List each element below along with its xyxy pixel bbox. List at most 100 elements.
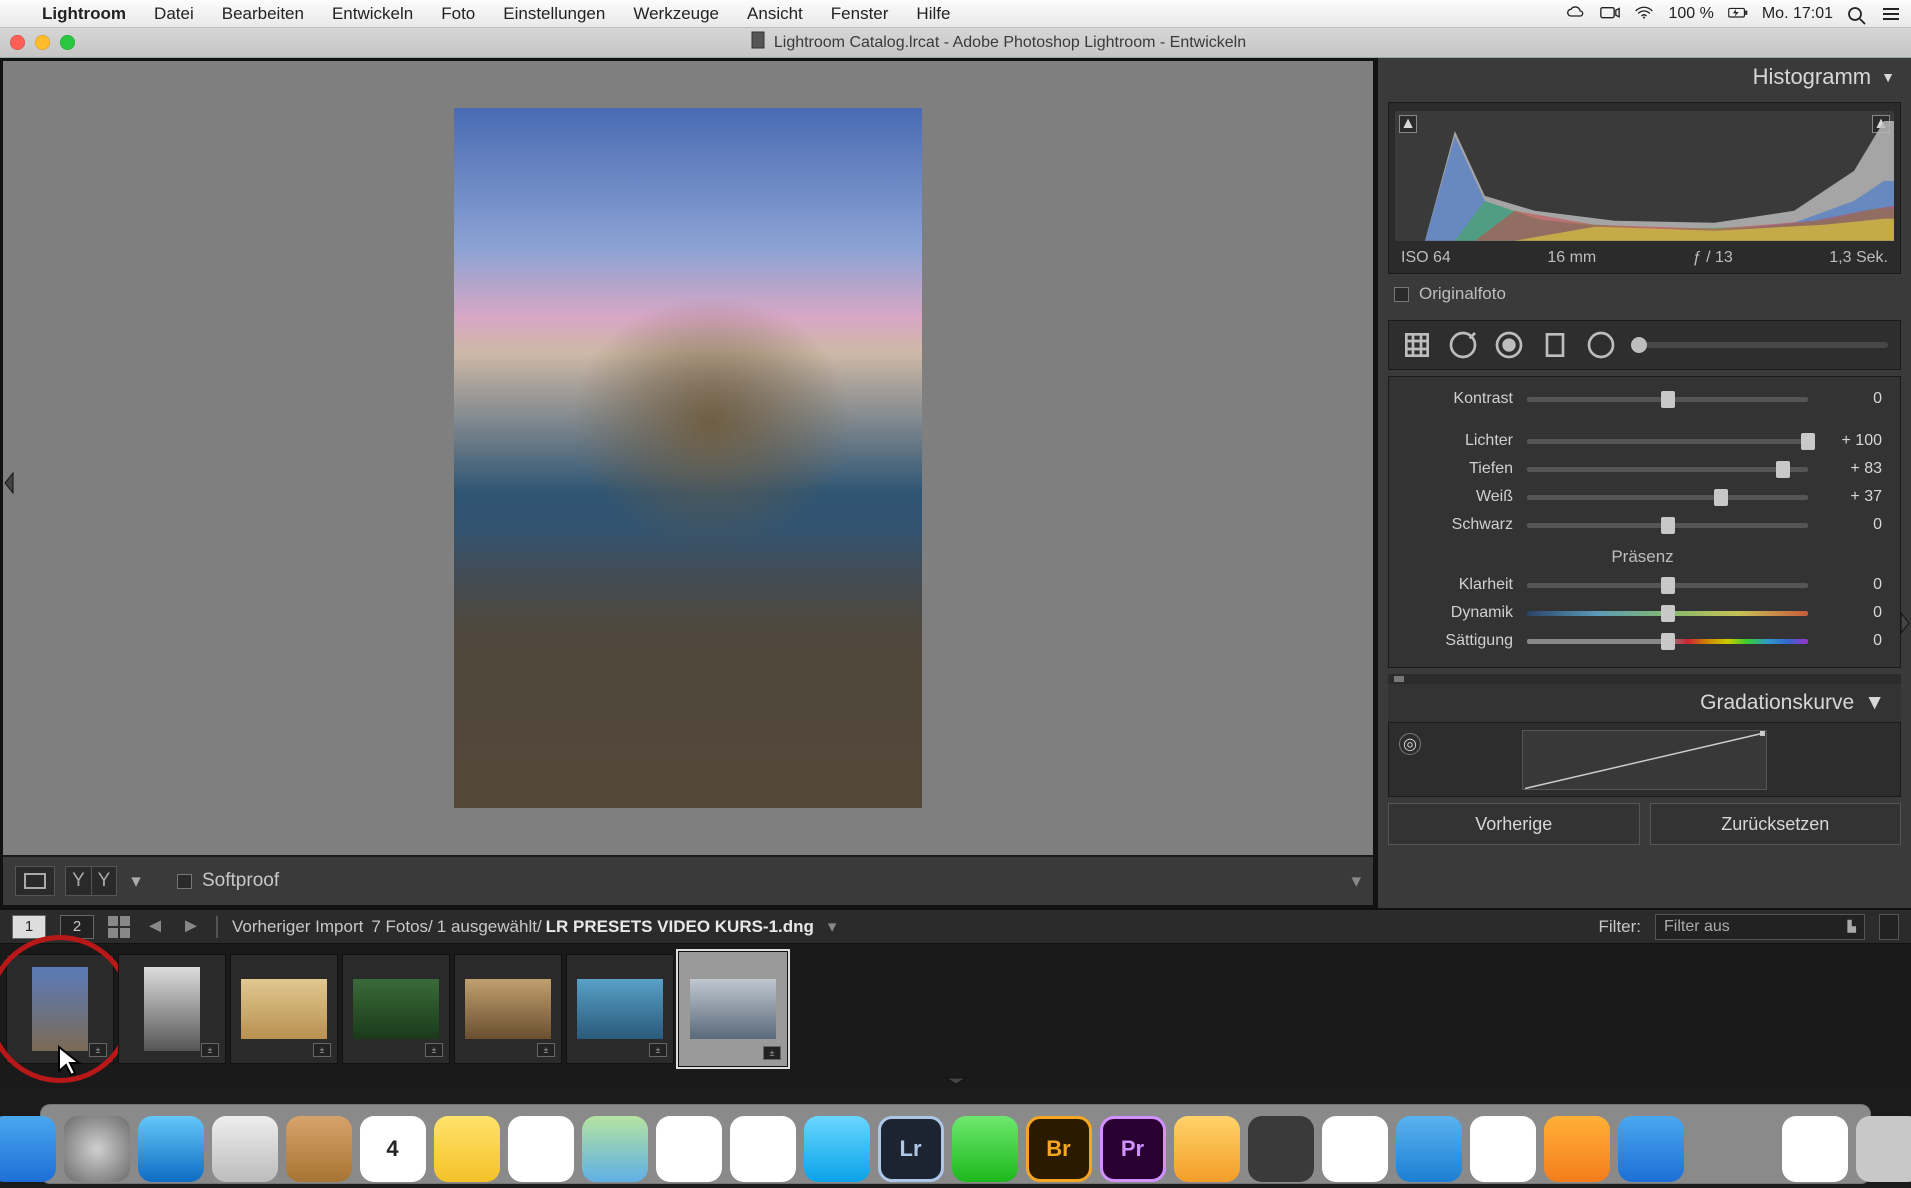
nav-forward-icon[interactable]: ► — [180, 916, 202, 938]
thumbnail[interactable]: ± — [566, 954, 674, 1064]
filter-select[interactable]: Filter aus ▙ — [1655, 914, 1865, 940]
reset-button[interactable]: Zurücksetzen — [1650, 803, 1902, 845]
collapse-icon[interactable]: ▼ — [1881, 69, 1895, 85]
redeye-tool-icon[interactable] — [1493, 329, 1525, 361]
softproof-checkbox[interactable] — [177, 874, 192, 889]
menu-fenster[interactable]: Fenster — [831, 4, 889, 24]
filmstrip-grip-icon[interactable] — [0, 1074, 1911, 1088]
menulist-icon[interactable] — [1881, 6, 1901, 22]
main-screen-button[interactable]: 1 — [12, 915, 46, 939]
toolbar-chevron-icon[interactable]: ▾ — [1351, 870, 1361, 893]
loupe-view-button[interactable] — [15, 866, 55, 896]
originalfoto-checkbox[interactable] — [1394, 287, 1409, 302]
screenrec-icon[interactable] — [1600, 6, 1620, 22]
slider-kontrast[interactable]: Kontrast0 — [1403, 385, 1882, 413]
menu-hilfe[interactable]: Hilfe — [916, 4, 950, 24]
leftpanel-grip-icon[interactable] — [1, 463, 17, 503]
menu-bearbeiten[interactable]: Bearbeiten — [222, 4, 304, 24]
slider-track[interactable] — [1527, 611, 1808, 616]
compare-before-button[interactable]: Y — [65, 866, 91, 896]
radial-tool-icon[interactable] — [1585, 329, 1617, 361]
battery-icon[interactable] — [1728, 6, 1748, 22]
menu-datei[interactable]: Datei — [154, 4, 194, 24]
window-close-button[interactable] — [10, 35, 25, 50]
menu-werkzeuge[interactable]: Werkzeuge — [633, 4, 719, 24]
dock-app-store-icon[interactable] — [1618, 1116, 1684, 1182]
slider-value[interactable]: + 83 — [1822, 460, 1882, 478]
menu-foto[interactable]: Foto — [441, 4, 475, 24]
menu-einstellungen[interactable]: Einstellungen — [503, 4, 605, 24]
dock-keynote-icon[interactable] — [1396, 1116, 1462, 1182]
nav-back-icon[interactable]: ◄ — [144, 916, 166, 938]
menubar-app[interactable]: Lightroom — [42, 4, 126, 24]
slider-value[interactable]: 0 — [1822, 576, 1882, 594]
spot-tool-icon[interactable] — [1447, 329, 1479, 361]
cloud-icon[interactable] — [1566, 6, 1586, 22]
dock-bridge-icon[interactable]: Br — [1026, 1116, 1092, 1182]
dock-safari-icon[interactable] — [138, 1116, 204, 1182]
dock-itunes-icon[interactable] — [1470, 1116, 1536, 1182]
dock-contacts-icon[interactable] — [286, 1116, 352, 1182]
slider-track[interactable] — [1527, 523, 1808, 528]
previous-button[interactable]: Vorherige — [1388, 803, 1640, 845]
dock-notes-icon[interactable] — [434, 1116, 500, 1182]
breadcrumb-file[interactable]: LR PRESETS VIDEO KURS-1.dng — [546, 917, 814, 937]
dock-messages-icon[interactable] — [804, 1116, 870, 1182]
wifi-icon[interactable] — [1634, 6, 1654, 22]
spotlight-icon[interactable] — [1847, 6, 1867, 22]
slider-track[interactable] — [1527, 583, 1808, 588]
slider-value[interactable]: 0 — [1822, 632, 1882, 650]
second-screen-button[interactable]: 2 — [60, 915, 94, 939]
dock-photos-icon[interactable] — [656, 1116, 722, 1182]
tone-curve-body[interactable]: ◎ — [1388, 722, 1901, 797]
dock-calendar-icon[interactable]: 4 — [360, 1116, 426, 1182]
dock-books-icon[interactable] — [1544, 1116, 1610, 1182]
slider-track[interactable] — [1527, 639, 1808, 644]
slider-track[interactable] — [1527, 397, 1808, 402]
slider-weiß[interactable]: Weiß+ 37 — [1403, 483, 1882, 511]
dock-preferences-icon[interactable] — [1692, 1116, 1758, 1182]
dock-facetime-icon[interactable] — [952, 1116, 1018, 1182]
grid-view-icon[interactable] — [108, 916, 130, 938]
dock-premiere-icon[interactable]: Pr — [1100, 1116, 1166, 1182]
slider-tiefen[interactable]: Tiefen+ 83 — [1403, 455, 1882, 483]
crop-tool-icon[interactable] — [1401, 329, 1433, 361]
dock-numbers-icon[interactable] — [1322, 1116, 1388, 1182]
menu-ansicht[interactable]: Ansicht — [747, 4, 803, 24]
dock-mail-icon[interactable] — [212, 1116, 278, 1182]
window-minimize-button[interactable] — [35, 35, 50, 50]
histogram-panel-header[interactable]: Histogramm ▼ — [1378, 58, 1911, 96]
window-zoom-button[interactable] — [60, 35, 75, 50]
dock-imovie-icon[interactable] — [1248, 1116, 1314, 1182]
thumbnail[interactable]: ± — [230, 954, 338, 1064]
compare-mode-chevron-icon[interactable]: ▾ — [127, 866, 145, 896]
slider-value[interactable]: 0 — [1822, 390, 1882, 408]
curve-target-icon[interactable]: ◎ — [1399, 733, 1421, 755]
menu-entwickeln[interactable]: Entwickeln — [332, 4, 413, 24]
slider-track[interactable] — [1527, 439, 1808, 444]
slider-value[interactable]: 0 — [1822, 604, 1882, 622]
filmstrip[interactable]: ±±±±±±± — [0, 944, 1911, 1074]
dock-lightroom-icon[interactable]: Lr — [878, 1116, 944, 1182]
loupe-view[interactable]: Y Y ▾ Softproof ▾ — [0, 58, 1376, 908]
slider-track[interactable] — [1527, 495, 1808, 500]
dock-reminders-icon[interactable] — [508, 1116, 574, 1182]
collapse-icon[interactable]: ▼ — [1864, 691, 1885, 715]
slider-sättigung[interactable]: Sättigung0 — [1403, 627, 1882, 655]
tone-curve-header[interactable]: Gradationskurve ▼ — [1388, 684, 1901, 722]
rightpanel-grip-icon[interactable] — [1897, 603, 1911, 643]
slider-klarheit[interactable]: Klarheit0 — [1403, 571, 1882, 599]
breadcrumb-chevron-icon[interactable]: ▾ — [828, 917, 837, 937]
thumbnail[interactable]: ± — [6, 954, 114, 1064]
compare-after-button[interactable]: Y — [91, 866, 117, 896]
filter-switch[interactable] — [1879, 914, 1899, 940]
thumbnail[interactable]: ± — [118, 954, 226, 1064]
dock-downloads-icon[interactable] — [1782, 1116, 1848, 1182]
dock-ibooks-author-icon[interactable] — [1174, 1116, 1240, 1182]
thumbnail[interactable]: ± — [454, 954, 562, 1064]
dock-trash-icon[interactable] — [1856, 1116, 1911, 1182]
slider-schwarz[interactable]: Schwarz0 — [1403, 511, 1882, 539]
dock-launchpad-icon[interactable] — [64, 1116, 130, 1182]
brush-size-slider[interactable] — [1631, 342, 1888, 348]
breadcrumb-source[interactable]: Vorheriger Import — [232, 917, 363, 937]
